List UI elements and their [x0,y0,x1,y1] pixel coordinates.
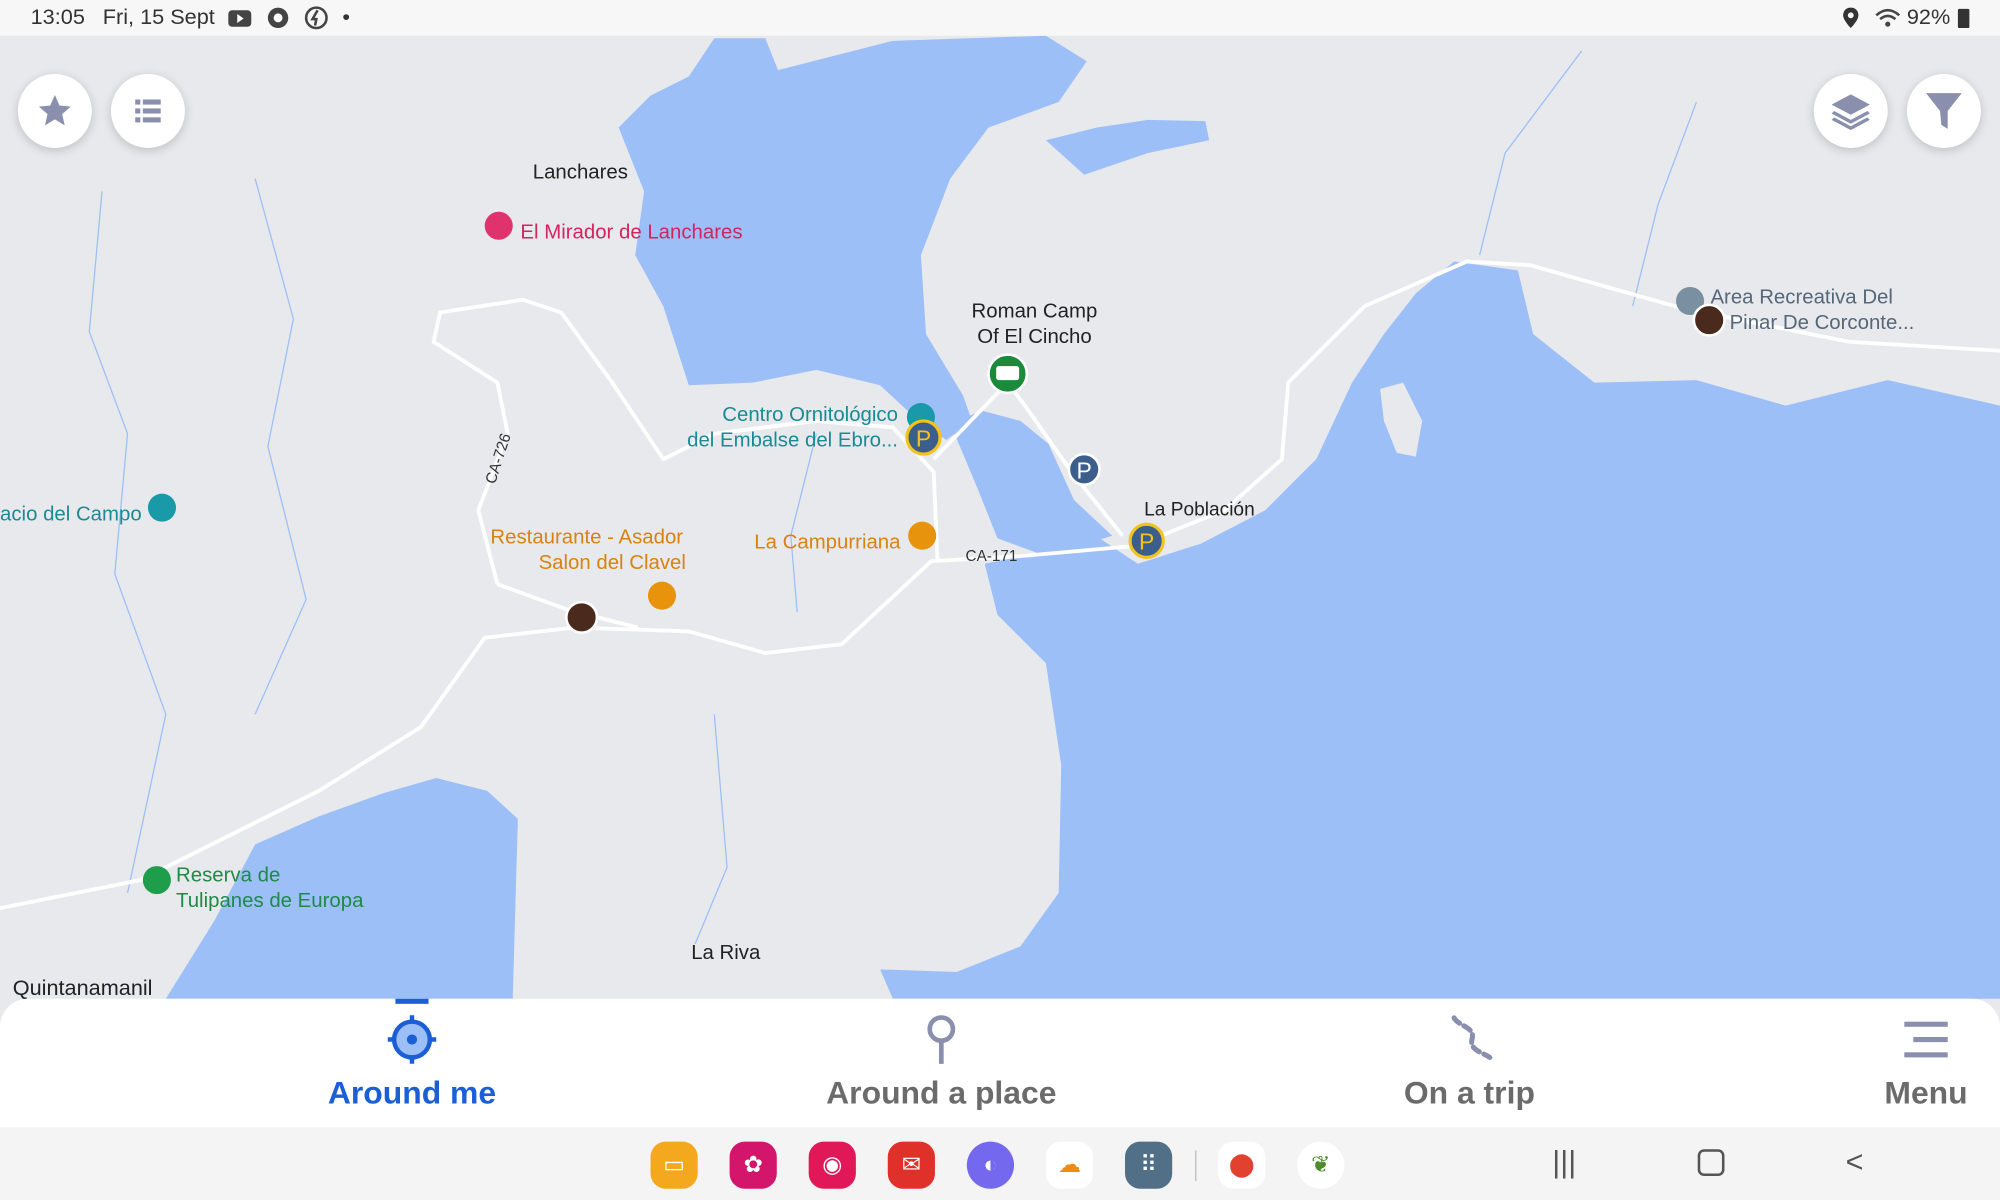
menu-icon [1904,1021,1948,1058]
label-lanchares: Lanchares [533,162,628,184]
label-reserva-2[interactable]: Tulipanes de Europa [176,890,364,912]
filter-icon [1926,93,1962,129]
back-button[interactable]: < [1846,1145,1864,1181]
layers-icon [1831,94,1870,131]
tab-label: Around me [327,1075,497,1111]
label-roman-camp-2: Of El Cincho [977,326,1091,348]
location-icon [1841,6,1867,29]
label-mirador[interactable]: El Mirador de Lanchares [520,222,742,244]
maps-app-icon[interactable]: ⬤ [1218,1141,1266,1189]
tab-on-a-trip[interactable]: On a trip [1355,999,1585,1128]
tab-label: On a trip [1403,1075,1535,1111]
vpn-icon [304,6,330,30]
wifi-icon [1874,6,1901,29]
tab-label: Menu [1884,1075,1968,1111]
blossom-app-icon[interactable]: ✿ [729,1141,777,1189]
label-quintanamanil: Quintanamanil [13,975,153,1000]
picnic-pin-icon[interactable] [565,600,599,634]
leaf-app-icon[interactable]: ❦ [1297,1141,1345,1189]
restaurant-pin-icon[interactable] [647,581,677,610]
taskbar-dock: ▭ ✿ ◉ ✉ ◐ ☁ ⠿ ⬤ ❦ ||| < [0,1127,2000,1200]
bottom-navigation: Around me Around a place On a trip Menu [0,998,2000,1128]
label-centro-1[interactable]: Centro Ornitológico [722,404,898,426]
internet-app-icon[interactable]: ◐ [966,1141,1015,1189]
favorites-button[interactable] [17,73,92,148]
parking-label: P [1139,529,1154,555]
battery-percent: 92% [1906,5,1951,30]
list-button[interactable] [110,73,185,148]
label-reserva-1[interactable]: Reserva de [176,864,280,886]
star-icon [38,95,71,126]
tab-menu[interactable]: Menu [1862,999,1990,1128]
apps-grid-icon[interactable]: ⠿ [1124,1141,1173,1189]
files-app-icon[interactable]: ▭ [650,1141,698,1189]
label-centro-2[interactable]: del Embalse del Ebro... [687,429,898,451]
list-icon [135,99,161,123]
layers-button[interactable] [1813,73,1888,148]
tab-label: Around a place [826,1075,1057,1111]
label-roman-camp-1: Roman Camp [972,301,1098,323]
tourism-pin-icon[interactable] [147,493,177,522]
restaurant-pin-icon[interactable] [908,521,937,550]
youtube-icon [228,6,254,29]
dock-divider [1195,1150,1197,1182]
tab-around-a-place[interactable]: Around a place [788,999,1094,1128]
camera-app-icon[interactable]: ◉ [808,1141,856,1189]
filter-button[interactable] [1906,73,1981,148]
label-ca-171: CA-171 [966,548,1018,565]
label-campurriana[interactable]: La Campurriana [754,531,901,553]
label-restaurante-1[interactable]: Restaurante - Asador [490,526,683,548]
route-icon [1451,1015,1493,1060]
label-area-2[interactable]: Pinar De Corconte... [1730,312,1915,334]
pin-icon [927,1015,956,1064]
tab-around-me[interactable]: Around me [284,999,539,1128]
hotel-pin-icon[interactable] [484,211,513,240]
parking-label: P [1077,457,1092,483]
status-bar: 13:05 Fri, 15 Sept • 92% [0,0,2000,36]
status-date: Fri, 15 Sept [102,5,215,30]
home-button[interactable] [1697,1149,1725,1177]
nature-pin-icon[interactable] [142,866,171,895]
cloud-app-icon[interactable]: ☁ [1045,1141,1094,1189]
parking-label: P [916,425,931,451]
label-la-poblacion: La Población [1144,499,1255,520]
label-la-riva: La Riva [691,942,761,964]
chrome-icon [266,6,292,29]
dot-icon: • [342,5,350,30]
picnic-pin-icon[interactable] [1692,303,1726,337]
status-time: 13:05 [30,5,85,30]
recents-button[interactable]: ||| [1552,1145,1576,1181]
label-area-1[interactable]: Area Recreativa Del [1710,287,1892,309]
label-restaurante-2[interactable]: Salon del Clavel [539,552,686,574]
battery-icon [1957,8,1970,28]
crosshair-icon [387,1015,437,1064]
label-palacio[interactable]: acio del Campo [0,503,142,525]
email-app-icon[interactable]: ✉ [887,1141,935,1189]
